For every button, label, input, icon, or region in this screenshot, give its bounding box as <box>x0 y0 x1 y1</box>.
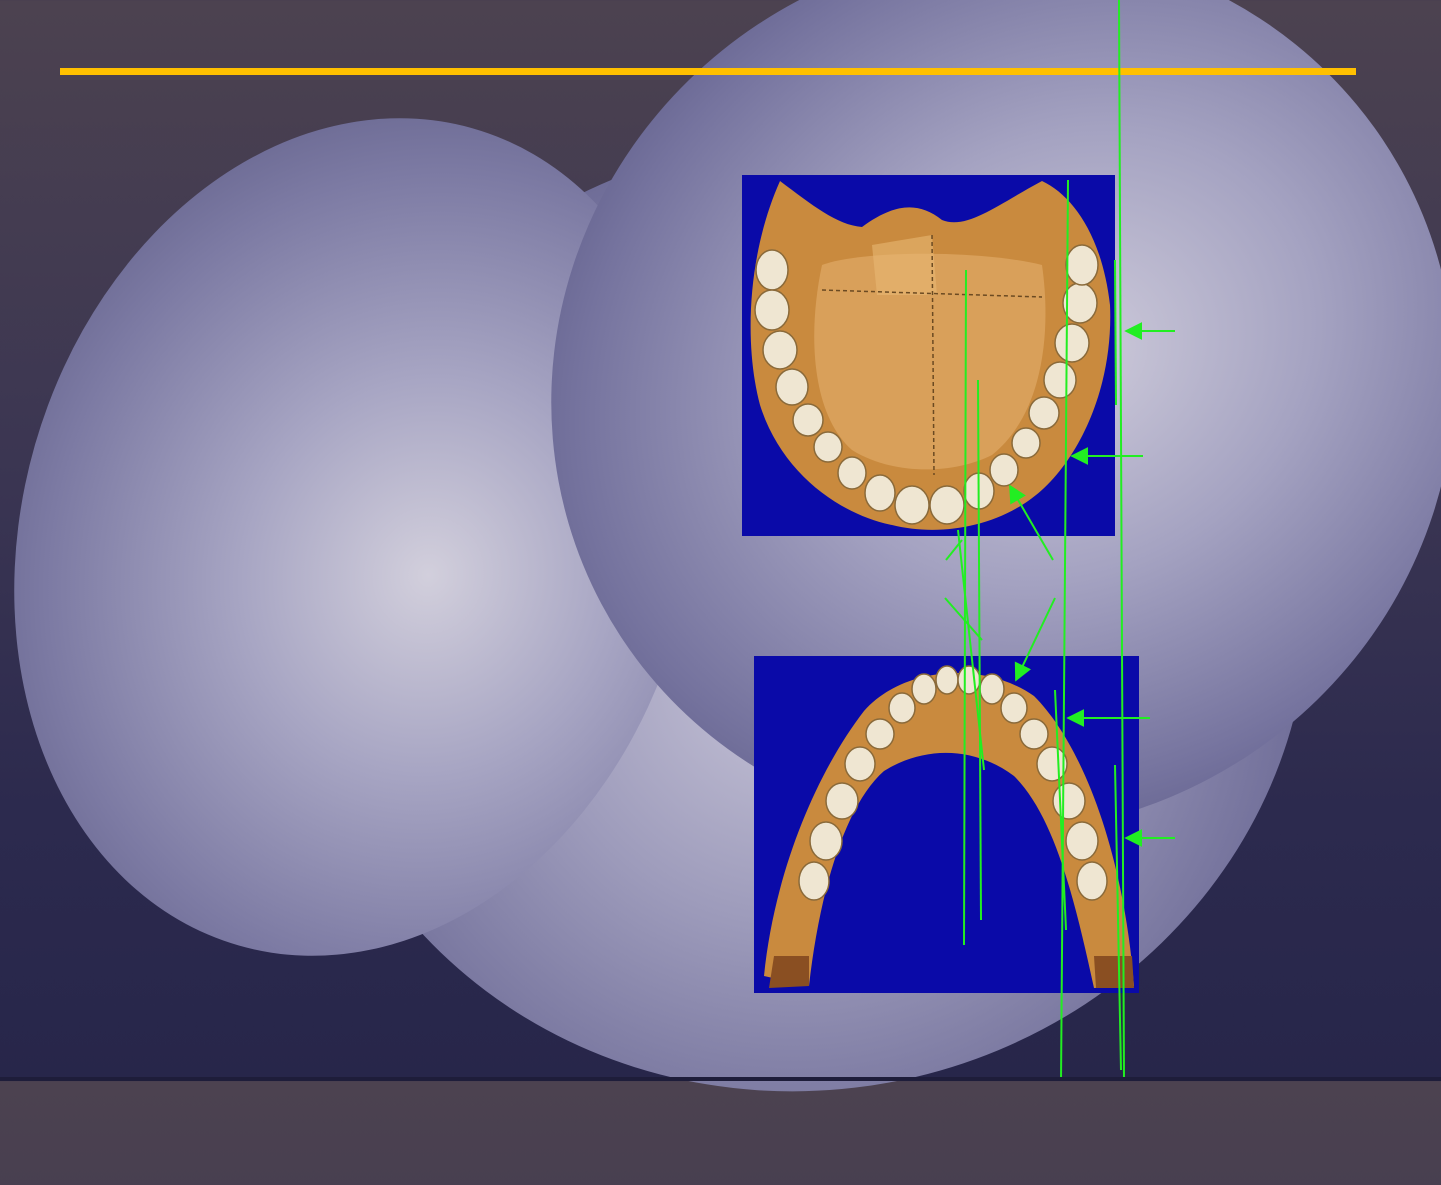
mandible-illustration <box>764 665 1134 988</box>
slide-bottom-edge <box>0 1077 1441 1081</box>
maxilla-photo <box>742 175 1115 536</box>
mandible-photo <box>754 656 1139 993</box>
slide <box>0 0 1441 1185</box>
maxilla-illustration <box>750 181 1111 530</box>
title-underline <box>60 68 1356 75</box>
